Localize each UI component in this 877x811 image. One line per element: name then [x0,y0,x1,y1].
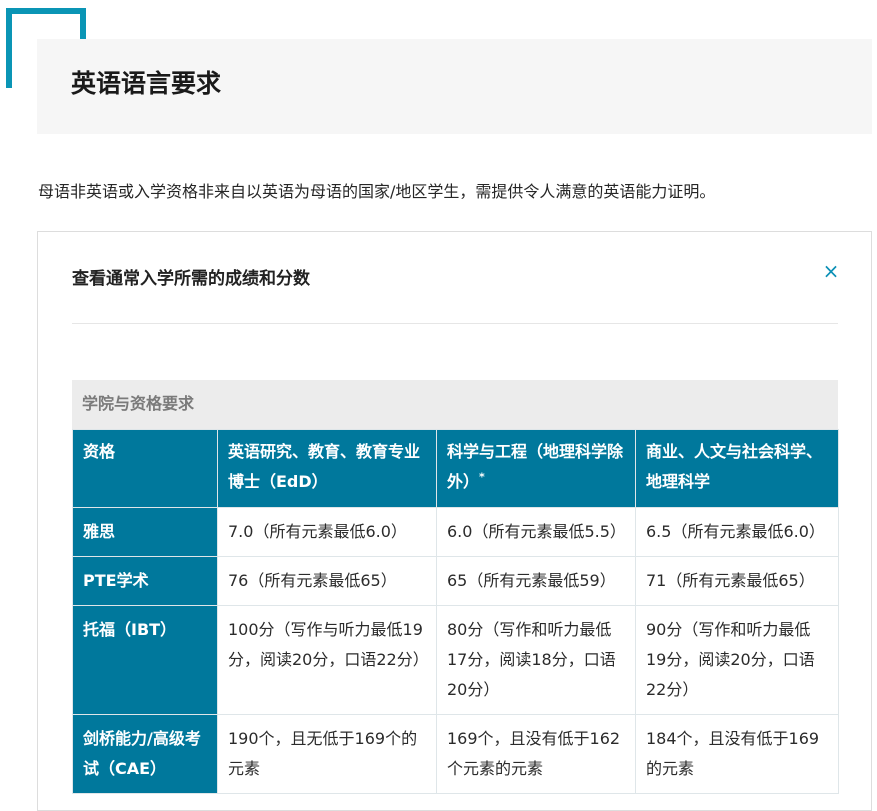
table-cell: 169个，且没有低于162个元素的元素 [436,714,636,794]
row-label: 剑桥能力/高级考试（CAE） [72,714,218,794]
row-label: 雅思 [72,507,218,557]
table-cell: 6.5（所有元素最低6.0） [635,507,839,557]
table-row: 雅思 7.0（所有元素最低6.0） 6.0（所有元素最低5.5） 6.5（所有元… [72,507,839,557]
panel-divider [72,323,838,324]
table-cell: 7.0（所有元素最低6.0） [217,507,437,557]
table-cell: 90分（写作和听力最低19分，阅读20分，口语22分） [635,605,839,715]
table-cell: 190个，且无低于169个的元素 [217,714,437,794]
column-header-science-engineering: 科学与工程（地理科学除外）* [436,429,636,508]
row-label: 托福（IBT） [72,605,218,715]
table-row: 托福（IBT） 100分（写作与听力最低19分，阅读20分，口语22分） 80分… [72,605,839,715]
table-caption-bar: 学院与资格要求 [72,380,838,429]
table-cell: 65（所有元素最低59） [436,556,636,606]
table-cell: 71（所有元素最低65） [635,556,839,606]
row-label: PTE学术 [72,556,218,606]
table-cell: 184个，且没有低于169的元素 [635,714,839,794]
column-header-science-engineering-label: 科学与工程（地理科学除外） [447,442,624,491]
title-banner: 英语语言要求 [37,39,872,134]
table-row: 剑桥能力/高级考试（CAE） 190个，且无低于169个的元素 169个，且没有… [72,714,839,794]
column-header-english-education: 英语研究、教育、教育专业博士（EdD） [217,429,437,508]
table-row: PTE学术 76（所有元素最低65） 65（所有元素最低59） 71（所有元素最… [72,556,839,606]
table-cell: 80分（写作和听力最低17分，阅读18分，口语20分） [436,605,636,715]
column-header-qualification: 资格 [72,429,218,508]
table-cell: 6.0（所有元素最低5.5） [436,507,636,557]
table-cell: 76（所有元素最低65） [217,556,437,606]
table-header-row: 资格 英语研究、教育、教育专业博士（EdD） 科学与工程（地理科学除外）* 商业… [72,429,839,508]
table-cell: 100分（写作与听力最低19分，阅读20分，口语22分） [217,605,437,715]
requirements-panel: 查看通常入学所需的成绩和分数 × 学院与资格要求 资格 英语研究、教育、教育专业… [37,231,872,811]
close-icon[interactable]: × [819,259,843,283]
intro-text: 母语非英语或入学资格非来自以英语为母语的国家/地区学生，需提供令人满意的英语能力… [38,182,716,201]
column-header-business-humanities: 商业、人文与社会科学、地理科学 [635,429,839,508]
table-caption: 学院与资格要求 [82,394,195,413]
page-title: 英语语言要求 [71,69,222,98]
panel-heading[interactable]: 查看通常入学所需的成绩和分数 [72,267,310,291]
footnote-mark: * [479,470,485,484]
requirements-table: 资格 英语研究、教育、教育专业博士（EdD） 科学与工程（地理科学除外）* 商业… [72,429,839,794]
